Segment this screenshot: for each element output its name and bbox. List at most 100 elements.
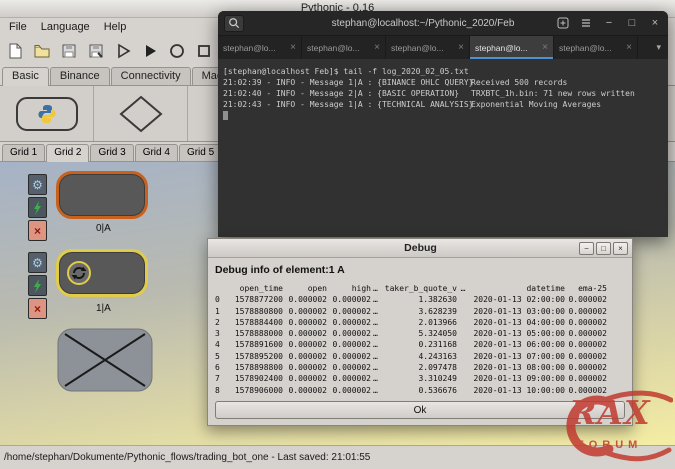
debug-body: Debug info of element:1 A open_timeopenh… [208, 258, 632, 425]
element-1A-buttons: ⚙ × [28, 252, 47, 319]
maximize-button[interactable]: □ [625, 16, 639, 30]
table-cell: 0.000002 [327, 373, 371, 384]
lightning-icon [32, 201, 43, 215]
column-header: high [327, 283, 371, 294]
terminal-tab[interactable]: stephan@lo...× [302, 36, 386, 59]
table-cell: 1578877200 [229, 294, 283, 305]
menu-button[interactable] [579, 16, 593, 30]
minimize-button[interactable]: − [602, 16, 616, 30]
play-icon [141, 42, 159, 60]
column-header: datetime [469, 283, 565, 294]
element-0A-buttons: ⚙ × [28, 174, 47, 241]
tab-close-icon[interactable]: × [290, 42, 296, 53]
run-element-button[interactable] [28, 197, 47, 218]
grid-tab-1[interactable]: Grid 1 [2, 144, 45, 161]
table-cell: 2.097478 [383, 362, 457, 373]
tab-close-icon[interactable]: × [374, 42, 380, 53]
table-cell: 0.000002 [283, 362, 327, 373]
table-cell: 0.000002 [565, 306, 607, 317]
python-logo-icon [37, 104, 57, 124]
tab-close-icon[interactable]: × [458, 42, 464, 53]
x-connector-icon [57, 328, 153, 392]
settings-button[interactable]: ⚙ [28, 252, 47, 273]
menu-language[interactable]: Language [34, 20, 97, 34]
table-cell: 0.000002 [283, 385, 327, 396]
dialog-maximize-button[interactable]: □ [596, 242, 611, 255]
run-element-button[interactable] [28, 275, 47, 296]
table-cell: 0.000002 [565, 385, 607, 396]
table-cell: 3.628239 [383, 306, 457, 317]
element-0A[interactable] [56, 171, 148, 219]
tab-binance[interactable]: Binance [50, 67, 110, 85]
table-row: 215788844000.0000020.000002…2.0139662020… [215, 317, 625, 328]
table-cell: … [371, 306, 383, 317]
new-file-button[interactable] [3, 39, 27, 63]
menu-file[interactable]: File [2, 20, 34, 34]
lightning-icon [32, 279, 43, 293]
tab-close-icon[interactable]: × [542, 42, 548, 53]
close-icon: × [618, 244, 623, 253]
terminal-titlebar[interactable]: stephan@localhost:~/Pythonic_2020/Feb − … [218, 11, 668, 35]
grid-tab-5[interactable]: Grid 5 [179, 144, 222, 161]
tab-list-chevron-icon[interactable]: ▾ [649, 36, 668, 59]
play-outline-icon [114, 42, 132, 60]
terminal-output[interactable]: [stephan@localhost Feb]$ tail -f log_202… [218, 59, 668, 127]
save-button[interactable] [57, 39, 81, 63]
search-button[interactable] [224, 15, 244, 32]
terminal-tab[interactable]: stephan@lo...× [554, 36, 638, 59]
debug-titlebar[interactable]: Debug − □ × [208, 239, 632, 258]
stop-button[interactable] [165, 39, 189, 63]
sync-arrows-icon [66, 260, 92, 286]
table-cell: 0.000002 [565, 339, 607, 350]
table-cell: 3 [215, 328, 229, 339]
table-cell: 0.000002 [327, 328, 371, 339]
connector-element[interactable] [57, 328, 153, 397]
grid-tab-4[interactable]: Grid 4 [135, 144, 178, 161]
save-as-button[interactable] [84, 39, 108, 63]
grid-tab-3[interactable]: Grid 3 [90, 144, 133, 161]
grid-tab-2[interactable]: Grid 2 [46, 144, 89, 162]
dialog-close-button[interactable]: × [613, 242, 628, 255]
terminal-tab[interactable]: stephan@lo...× [386, 36, 470, 59]
new-tab-icon [557, 17, 569, 29]
save-as-icon [87, 42, 105, 60]
element-1A[interactable] [56, 249, 148, 297]
kill-button[interactable] [192, 39, 216, 63]
tab-close-icon[interactable]: × [626, 42, 632, 53]
palette-item-branch[interactable] [94, 86, 188, 141]
terminal-tab[interactable]: stephan@lo...× [218, 36, 302, 59]
table-row: 315788880000.0000020.000002…5.3240502020… [215, 328, 625, 339]
table-cell: … [371, 351, 383, 362]
settings-button[interactable]: ⚙ [28, 174, 47, 195]
run-button[interactable] [111, 39, 135, 63]
screen: Pythonic - 0.16 File Language Help [0, 0, 675, 469]
delete-element-button[interactable]: × [28, 220, 47, 241]
table-cell: 1578891600 [229, 339, 283, 350]
tab-basic[interactable]: Basic [2, 67, 49, 86]
tab-connectivity[interactable]: Connectivity [111, 67, 191, 85]
ok-button[interactable]: Ok [215, 401, 625, 419]
table-cell: 0.536676 [383, 385, 457, 396]
table-cell: 2020-01-13 10:00:00 [469, 385, 565, 396]
new-tab-button[interactable] [556, 16, 570, 30]
open-file-button[interactable] [30, 39, 54, 63]
table-cell: 2020-01-13 09:00:00 [469, 373, 565, 384]
close-button[interactable]: × [648, 16, 662, 30]
table-cell: 0.000002 [283, 317, 327, 328]
terminal-tab-active[interactable]: stephan@lo...× [470, 36, 554, 59]
delete-element-button[interactable]: × [28, 298, 47, 319]
palette-item-python[interactable] [0, 86, 94, 141]
play-button[interactable] [138, 39, 162, 63]
table-cell: 4 [215, 339, 229, 350]
open-folder-icon [33, 42, 51, 60]
table-cell: 2020-01-13 07:00:00 [469, 351, 565, 362]
table-cell: 0.000002 [327, 351, 371, 362]
status-text: /home/stephan/Dokumente/Pythonic_flows/t… [4, 452, 370, 463]
diamond-icon [119, 95, 163, 133]
table-cell: 0.000002 [565, 294, 607, 305]
table-cell: … [371, 385, 383, 396]
table-cell: 0.000002 [565, 328, 607, 339]
menu-help[interactable]: Help [97, 20, 134, 34]
dialog-minimize-button[interactable]: − [579, 242, 594, 255]
table-cell: 8 [215, 385, 229, 396]
